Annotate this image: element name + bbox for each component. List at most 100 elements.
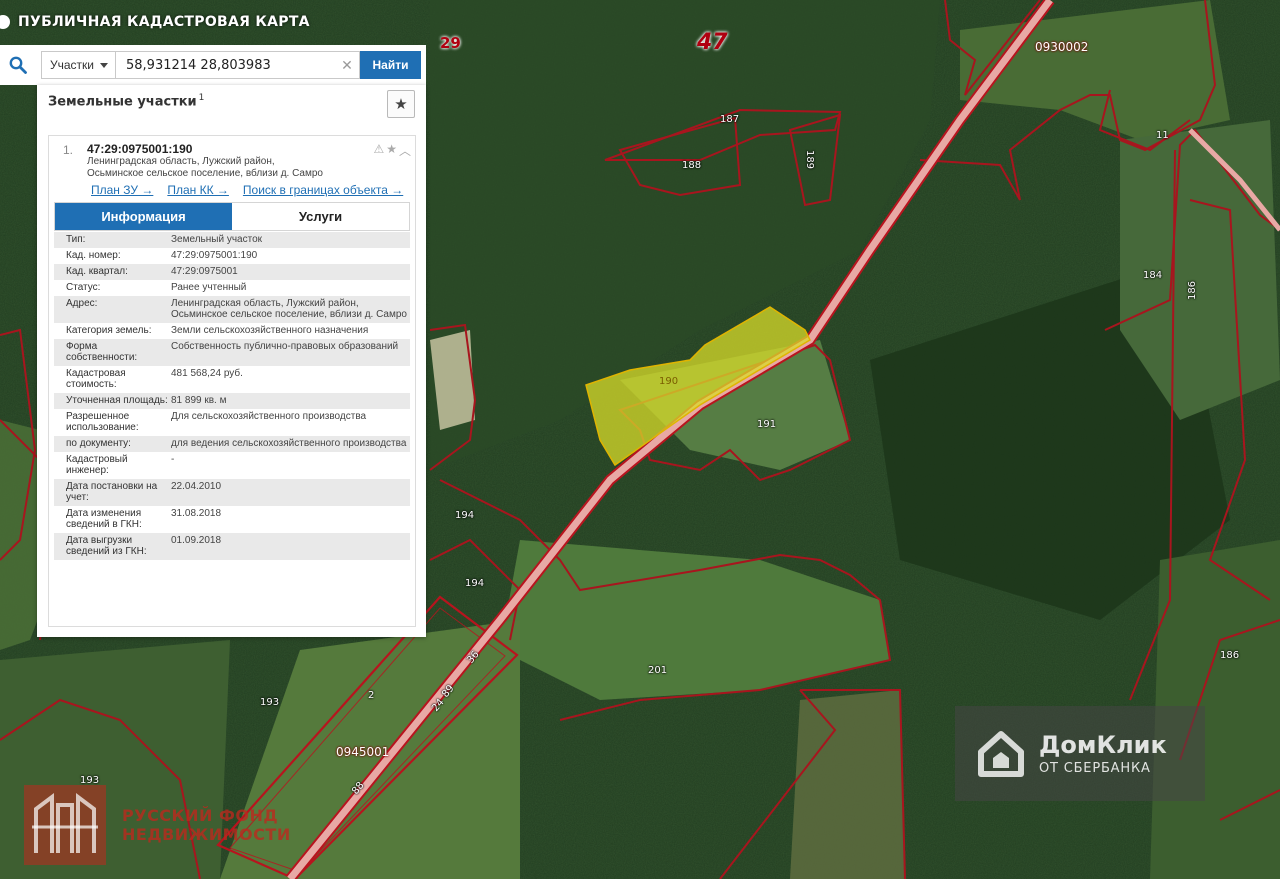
info-key: Кадастровая стоимость: (66, 368, 126, 390)
info-key: Кад. квартал: (66, 266, 128, 277)
plan-kk-link[interactable]: План КК → (167, 183, 229, 197)
info-row-registration-date: Дата постановки на учет: 22.04.2010 (54, 479, 410, 506)
info-key: Кадастровый инженер: (66, 454, 128, 476)
parcel-label-193a: 193 (260, 697, 280, 708)
favorites-button[interactable]: ★ (387, 90, 415, 118)
search-in-bounds-link[interactable]: Поиск в границах объекта → (243, 183, 403, 197)
chevron-up-icon[interactable]: ︿ (399, 142, 411, 159)
info-value: Земли сельскохозяйственного назначения (171, 325, 369, 336)
app-title[interactable]: ПУБЛИЧНАЯ КАДАСТРОВАЯ КАРТА (18, 14, 310, 30)
search-bar: Участки ✕ Найти (0, 45, 426, 85)
info-key: Статус: (66, 282, 101, 293)
parcel-label-11: 11 (1156, 130, 1169, 141)
parcel-label-194b: 194 (465, 578, 485, 589)
results-count: 1 (198, 93, 205, 103)
info-value: Для сельскохозяйственного производства (171, 411, 367, 422)
info-value: Собственность публично-правовых образова… (171, 341, 399, 352)
result-index: 1. (63, 143, 74, 157)
close-icon[interactable]: ✕ (336, 57, 358, 74)
result-cad-number[interactable]: 47:29:0975001:190 (87, 142, 192, 156)
search-type-select[interactable]: Участки (41, 51, 115, 79)
rfn-text-line: НЕДВИЖИМОСТИ (122, 825, 291, 844)
result-card[interactable]: 1. 47:29:0975001:190 Ленинградская облас… (48, 135, 416, 627)
info-row-change-date: Дата изменения сведений в ГКН: 31.08.201… (54, 506, 410, 533)
info-key: по документу: (66, 438, 131, 449)
cad-quarter-link[interactable]: 47:29:0975001 (171, 264, 410, 280)
parcel-label-190: 190 (659, 376, 679, 387)
info-key: Разрешенное использование: (66, 411, 139, 433)
info-value: 81 899 кв. м (171, 395, 227, 406)
info-row-cad-number: Кад. номер: 47:29:0975001:190 (54, 248, 410, 264)
search-type-label: Участки (50, 58, 94, 72)
tab-services[interactable]: Услуги (232, 203, 409, 230)
parcel-label-2: 2 (368, 690, 375, 701)
chevron-down-icon (100, 62, 108, 68)
info-key: Дата постановки на учет: (66, 481, 158, 503)
search-icon[interactable] (0, 45, 36, 85)
rfn-text: РУССКИЙ ФОНД НЕДВИЖИМОСТИ (122, 806, 291, 844)
search-input-wrapper: ✕ (115, 51, 360, 79)
star-icon: ★ (394, 96, 408, 113)
search-input[interactable] (116, 52, 336, 78)
domclick-subtitle: ОТ СБЕРБАНКА (1039, 761, 1151, 776)
parcel-label-191: 191 (757, 419, 777, 430)
result-address: Ленинградская область, Лужский район, Ос… (87, 156, 357, 180)
parcel-label-186b: 186 (1220, 650, 1240, 661)
tab-information[interactable]: Информация (55, 203, 232, 230)
domclick-title: ДомКлик (1039, 731, 1167, 759)
info-row-status: Статус: Ранее учтенный (54, 280, 410, 296)
plan-zu-link[interactable]: План ЗУ → (91, 183, 153, 197)
info-value: для ведения сельскохозяйственного произв… (171, 438, 407, 449)
info-value: 31.08.2018 (171, 508, 222, 519)
card-actions: ⚠ ★ ︿ (373, 142, 411, 159)
rfn-watermark: РУССКИЙ ФОНД НЕДВИЖИМОСТИ (22, 783, 291, 867)
results-panel: Земельные участки 1 ★ 1. 47:29:0975001:19… (37, 85, 426, 637)
rfn-text-line: РУССКИЙ ФОНД (122, 806, 279, 825)
results-heading-label: Земельные участки (48, 94, 197, 110)
info-row-address: Адрес: Ленинградская область, Лужский ра… (54, 296, 410, 323)
info-key: Кад. номер: (66, 250, 121, 261)
district-label: 29 (440, 34, 461, 52)
result-address-line: Осьминское сельское поселение, вблизи д.… (87, 168, 323, 179)
search-button[interactable]: Найти (360, 51, 421, 79)
info-value: Ленинградская область, Лужский район, Ос… (171, 298, 407, 320)
rfn-logo-icon (24, 785, 106, 865)
card-links: План ЗУ → План КК → Поиск в границах объ… (91, 183, 403, 197)
info-key: Дата выгрузки сведений из ГКН: (66, 535, 147, 557)
info-table: Тип: Земельный участок Кад. номер: 47:29… (54, 232, 410, 560)
info-key: Уточненная площадь: (66, 395, 168, 406)
info-row-export-date: Дата выгрузки сведений из ГКН: 01.09.201… (54, 533, 410, 560)
info-key: Адрес: (66, 298, 98, 309)
info-key: Категория земель: (66, 325, 152, 336)
info-row-ownership: Форма собственности: Собственность публи… (54, 339, 410, 366)
parcel-label-189: 189 (804, 149, 816, 170)
info-row-by-document: по документу: для ведения сельскохозяйст… (54, 436, 410, 452)
domclick-watermark: ДомКлик ОТ СБЕРБАНКА (955, 706, 1205, 801)
info-row-cad-value: Кадастровая стоимость: 481 568,24 руб. (54, 366, 410, 393)
parcel-label-201: 201 (648, 665, 668, 676)
app-header: ПУБЛИЧНАЯ КАДАСТРОВАЯ КАРТА (0, 0, 310, 44)
cad-number-link[interactable]: 47:29:0975001:190 (171, 248, 410, 264)
quarter-label-0945001: 0945001 (336, 745, 390, 759)
parcel-label-187: 187 (720, 114, 740, 125)
info-value: 481 568,24 руб. (171, 368, 243, 379)
quarter-label-0930002: 0930002 (1035, 40, 1089, 54)
results-heading: Земельные участки 1 (48, 93, 204, 109)
info-value: Ранее учтенный (171, 282, 247, 293)
parcel-label-186a: 186 (1187, 280, 1199, 301)
globe-icon[interactable] (0, 15, 10, 29)
info-row-area: Уточненная площадь: 81 899 кв. м (54, 393, 410, 409)
info-row-permitted-use: Разрешенное использование: Для сельскохо… (54, 409, 410, 436)
warning-icon[interactable]: ⚠ (373, 142, 384, 159)
info-key: Дата изменения сведений в ГКН: (66, 508, 142, 530)
info-key: Форма собственности: (66, 341, 138, 363)
info-row-type: Тип: Земельный участок (54, 232, 410, 248)
result-address-line: Ленинградская область, Лужский район, (87, 156, 275, 167)
star-outline-icon[interactable]: ★ (386, 142, 397, 159)
info-value: Земельный участок (171, 234, 263, 245)
domclick-text: ДомКлик ОТ СБЕРБАНКА (1039, 731, 1167, 776)
parcel-label-184: 184 (1143, 270, 1163, 281)
region-label: 47 (697, 30, 728, 55)
info-row-land-category: Категория земель: Земли сельскохозяйстве… (54, 323, 410, 339)
info-value: - (171, 454, 175, 465)
